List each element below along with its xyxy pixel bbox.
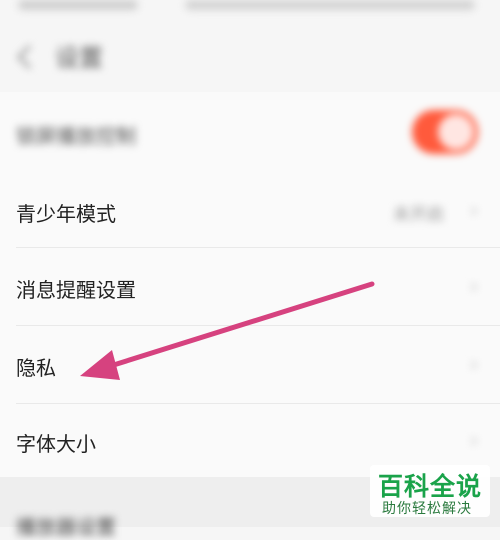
section-title: 播放器设置: [16, 515, 116, 539]
watermark-subtitle: 助你轻松解决: [382, 501, 472, 517]
settings-row-label: 锁屏播放控制: [16, 124, 136, 148]
status-bar: [0, 0, 500, 22]
chevron-right-icon: ›: [470, 198, 478, 222]
header: 设置: [0, 22, 500, 92]
back-icon[interactable]: [14, 42, 36, 72]
chevron-right-icon: ›: [470, 428, 478, 452]
lockscreen-toggle[interactable]: [412, 110, 478, 154]
chevron-right-icon: ›: [470, 274, 478, 298]
teen-mode-value: 未开启: [393, 205, 444, 225]
chevron-right-icon: ›: [470, 352, 478, 376]
settings-row-teen-mode[interactable]: 青少年模式 未开启 ›: [0, 178, 500, 248]
settings-row-label: 消息提醒设置: [16, 278, 136, 302]
settings-row-label: 字体大小: [16, 432, 96, 456]
settings-row-label: 隐私: [16, 356, 56, 380]
watermark-logo: 百科全说 助你轻松解决: [370, 465, 490, 517]
page-title: 设置: [55, 44, 103, 72]
settings-row-label: 青少年模式: [16, 202, 116, 226]
toggle-knob: [438, 114, 474, 150]
settings-row-notifications[interactable]: 消息提醒设置 ›: [0, 248, 500, 326]
status-bar-left: [18, 0, 138, 10]
status-bar-right: [185, 0, 475, 10]
settings-row-privacy[interactable]: 隐私 ›: [0, 326, 500, 404]
